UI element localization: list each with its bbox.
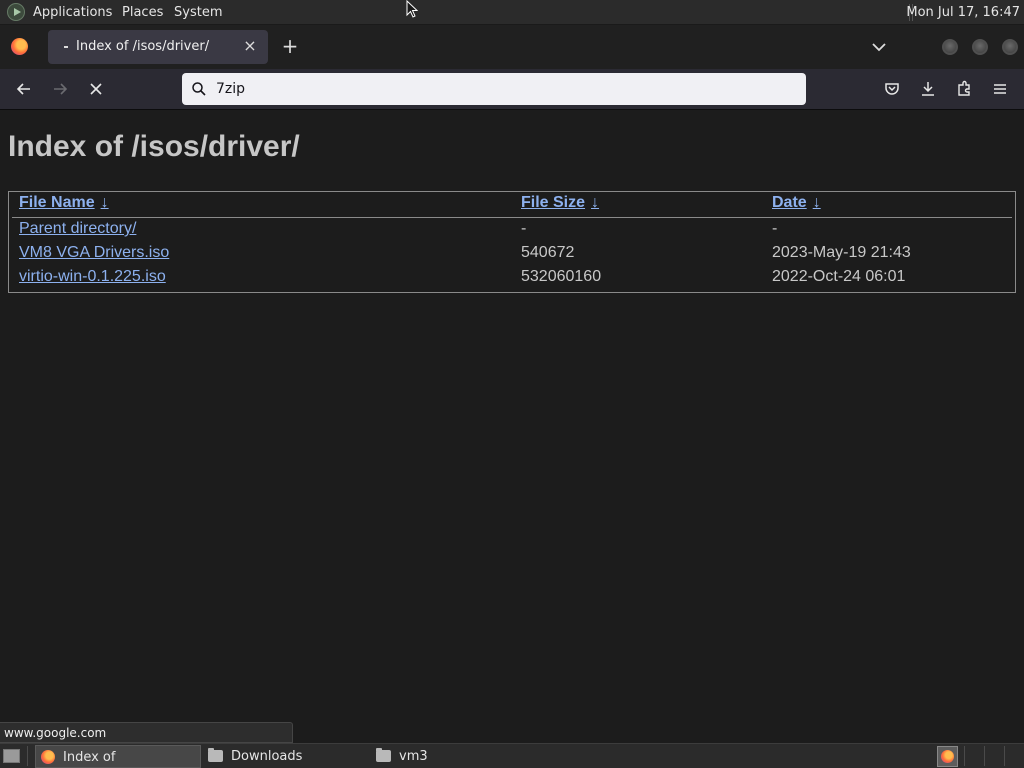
tab-strip: Index of /isos/driver/ × +	[0, 25, 1024, 69]
status-url-tooltip: www.google.com	[0, 722, 293, 743]
pocket-icon[interactable]	[882, 79, 902, 99]
sort-arrow-icon: ↓	[812, 194, 821, 211]
task-downloads-window[interactable]: Downloads	[205, 745, 365, 768]
network-folder-icon	[376, 748, 391, 762]
forward-arrow-icon[interactable]	[50, 79, 70, 99]
maximize-window-button[interactable]	[972, 39, 988, 55]
back-arrow-icon[interactable]	[14, 79, 34, 99]
column-header-date[interactable]: Date ↓	[772, 194, 821, 212]
top-panel: Applications Places System Mon Jul 17, 1…	[0, 0, 1024, 25]
loading-indicator-icon	[64, 46, 68, 48]
page-content: Index of /isos/driver/ File Name ↓ File S…	[0, 110, 1024, 743]
system-menu[interactable]: System	[174, 0, 222, 25]
new-tab-button[interactable]: +	[280, 36, 300, 56]
header-label: File Name	[19, 194, 95, 211]
task-browser-window[interactable]: Index of /isos/driver...	[35, 745, 201, 768]
address-input[interactable]	[216, 73, 796, 105]
applications-menu[interactable]: Applications	[33, 0, 112, 25]
task-vm3-window[interactable]: vm3	[373, 745, 533, 768]
hamburger-menu-icon[interactable]	[990, 79, 1010, 99]
address-bar[interactable]	[182, 73, 806, 105]
bottom-taskbar: Index of /isos/driver... Downloads vm3	[0, 743, 1024, 768]
minimize-window-button[interactable]	[942, 39, 958, 55]
workspace-divider	[964, 746, 965, 766]
places-menu[interactable]: Places	[122, 0, 163, 25]
workspace-switcher[interactable]	[937, 746, 958, 767]
column-header-file-name[interactable]: File Name ↓	[19, 194, 109, 212]
sort-arrow-icon: ↓	[591, 194, 600, 211]
downloads-icon[interactable]	[918, 79, 938, 99]
file-link-parent-directory[interactable]: Parent directory/	[19, 220, 136, 238]
mouse-pointer-icon	[406, 0, 418, 18]
task-label: vm3	[399, 749, 428, 764]
file-date: -	[772, 220, 778, 237]
task-label: Index of /isos/driver...	[63, 750, 116, 765]
tab-title: Index of /isos/driver/	[76, 39, 210, 54]
firefox-logo-icon	[41, 750, 55, 764]
stop-loading-icon[interactable]	[86, 79, 106, 99]
file-link-vm8-vga-drivers[interactable]: VM8 VGA Drivers.iso	[19, 244, 169, 262]
navigation-toolbar	[0, 69, 1024, 110]
workspace-divider	[1004, 746, 1005, 766]
file-size: 532060160	[521, 268, 602, 285]
file-date: 2023-May-19 21:43	[772, 244, 911, 261]
workspace-divider	[984, 746, 985, 766]
close-window-button[interactable]	[1002, 39, 1018, 55]
file-size: 540672	[521, 244, 575, 261]
page-title: Index of /isos/driver/	[8, 130, 300, 163]
file-size: -	[521, 220, 527, 237]
clock[interactable]: Mon Jul 17, 16:47	[906, 0, 1020, 25]
header-label: File Size	[521, 194, 586, 211]
file-link-virtio-win[interactable]: virtio-win-0.1.225.iso	[19, 268, 166, 286]
search-icon	[192, 82, 206, 96]
header-divider	[12, 217, 1012, 218]
taskbar-separator	[27, 746, 28, 766]
tab-index-of-isos-driver[interactable]: Index of /isos/driver/ ×	[48, 30, 268, 64]
close-tab-icon[interactable]: ×	[242, 38, 258, 54]
header-label: Date	[772, 194, 807, 211]
task-label: Downloads	[231, 749, 303, 764]
distro-logo-icon[interactable]	[7, 3, 25, 21]
sort-arrow-icon: ↓	[100, 194, 109, 211]
extensions-icon[interactable]	[954, 79, 974, 99]
firefox-logo-icon	[941, 750, 954, 763]
chevron-down-icon[interactable]	[870, 38, 888, 56]
folder-icon	[208, 748, 223, 762]
column-header-file-size[interactable]: File Size ↓	[521, 194, 599, 212]
show-desktop-icon[interactable]	[3, 749, 20, 763]
file-date: 2022-Oct-24 06:01	[772, 268, 906, 285]
firefox-logo-icon[interactable]	[11, 38, 28, 55]
file-listing-table: File Name ↓ File Size ↓ Date ↓ Parent direc…	[8, 191, 1016, 293]
